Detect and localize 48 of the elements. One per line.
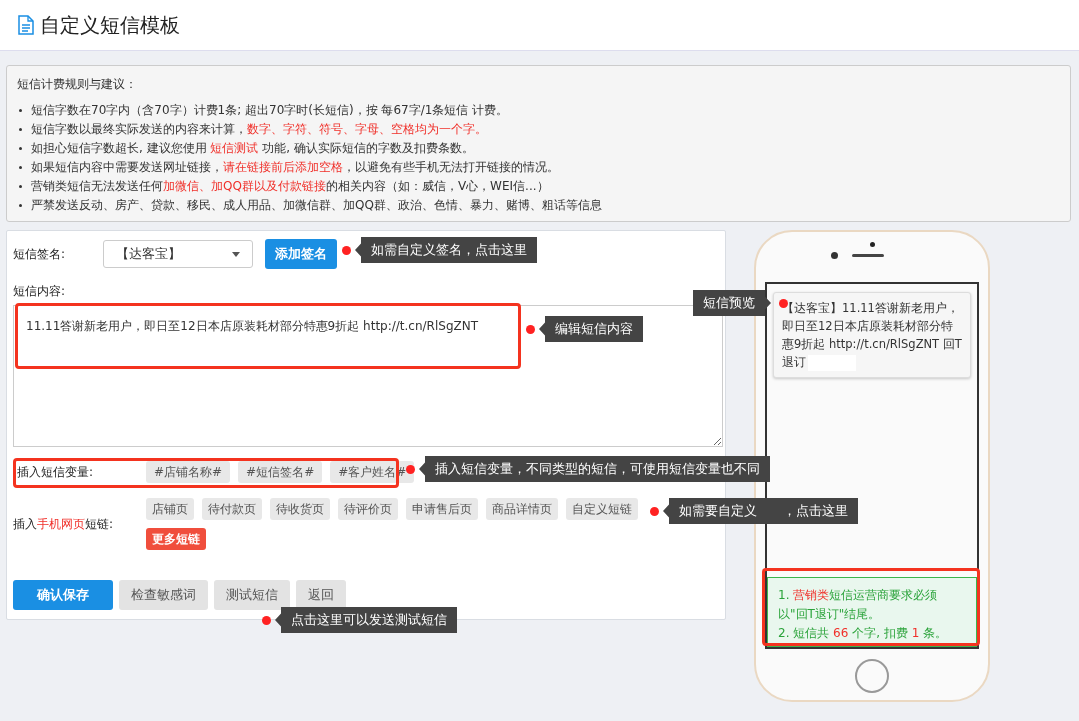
short-link-chip[interactable]: 待付款页 xyxy=(202,498,262,520)
callout-tooltip: 点击这里可以发送测试短信 xyxy=(275,607,457,633)
rule-item: 短信字数在70字内（含70字）计费1条; 超出70字时(长短信)，按 每67字/1条短信 计费。 xyxy=(17,101,1060,120)
variables-label: 插入短信变量: xyxy=(16,463,95,481)
callout-tooltip: 短信预览 xyxy=(693,290,771,316)
notice-line: 2. 短信共 66 个字, 扣费 1 条。 xyxy=(778,625,949,642)
add-signature-button[interactable]: 添加签名 xyxy=(265,239,337,269)
rule-item: 严禁发送反动、房产、贷款、移民、成人用品、加微信群、加QQ群、政治、色情、暴力、赌博、粗话等信息 xyxy=(17,196,1060,215)
callout-tooltip: 编辑短信内容 xyxy=(539,316,643,342)
short-link-chip[interactable]: 待收货页 xyxy=(270,498,330,520)
action-button[interactable]: 检查敏感词 xyxy=(119,580,208,610)
callout-tooltip: 如需要自定义 ，点击这里 xyxy=(663,498,858,524)
callout-tooltip: 如需自定义签名，点击这里 xyxy=(355,237,537,263)
signature-label: 短信签名: xyxy=(13,245,67,263)
short-link-chip[interactable]: 自定义短链 xyxy=(566,498,638,520)
callout-tooltip: 插入短信变量，不同类型的短信，可使用短信变量也不同 xyxy=(419,456,770,482)
caret-icon xyxy=(232,251,240,257)
short-link-chip[interactable]: 申请售后页 xyxy=(406,498,478,520)
marker-dot-icon xyxy=(342,245,351,255)
rule-item: 如果短信内容中需要发送网址链接，请在链接前后添加空格，以避免有些手机无法打开链接的情况。 xyxy=(17,158,1060,177)
rule-item: 如担心短信字数超长, 建议您使用 短信测试 功能, 确认实际短信的字数及扣费条数。 xyxy=(17,139,1060,158)
action-button[interactable]: 返回 xyxy=(296,580,346,610)
speaker-icon xyxy=(851,254,884,257)
camera-icon xyxy=(830,252,838,259)
signature-select[interactable]: 【达客宝】 xyxy=(103,240,253,268)
variable-chip[interactable]: #店铺名称# xyxy=(146,461,231,483)
action-button[interactable]: 测试短信 xyxy=(214,580,290,610)
short-link-chip[interactable]: 待评价页 xyxy=(338,498,398,520)
marker-dot-icon xyxy=(650,506,659,516)
marker-dot-icon xyxy=(526,324,535,334)
content-label: 短信内容: xyxy=(13,283,67,300)
document-icon xyxy=(18,15,34,35)
rule-item: 短信字数以最终实际发送的内容来计算，数字、字符、符号、字母、空格均为一个字。 xyxy=(17,120,1060,139)
short-link-label: 插入手机网页短链: xyxy=(13,515,115,533)
rule-item: 营销类短信无法发送任何加微信、加QQ群以及付款链接的相关内容（如：威信，V心，WEI信...） xyxy=(17,177,1060,196)
marker-dot-icon xyxy=(406,464,415,474)
marker-dot-icon xyxy=(262,615,271,625)
page-title: 自定义短信模板 xyxy=(40,11,180,39)
action-button[interactable]: 确认保存 xyxy=(13,580,113,610)
variable-chip[interactable]: #短信签名# xyxy=(238,461,323,483)
short-link-chip[interactable]: 店铺页 xyxy=(146,498,194,520)
message-preview: 【达客宝】11.11答谢新老用户，即日至12日本店原装耗材部分特惠9折起 http://t.cn/RlSgZNT 回T退订 xyxy=(773,292,971,378)
rules-heading: 短信计费规则与建议： xyxy=(17,76,138,93)
short-link-chip[interactable]: 商品详情页 xyxy=(486,498,558,520)
notice-line: 1. 营销类短信运营商要求必须以"回T退订"结尾。 xyxy=(778,587,939,623)
marker-dot-icon xyxy=(779,298,788,308)
sensor-icon xyxy=(869,242,875,247)
more-links-button[interactable]: 更多短链 xyxy=(146,528,206,550)
